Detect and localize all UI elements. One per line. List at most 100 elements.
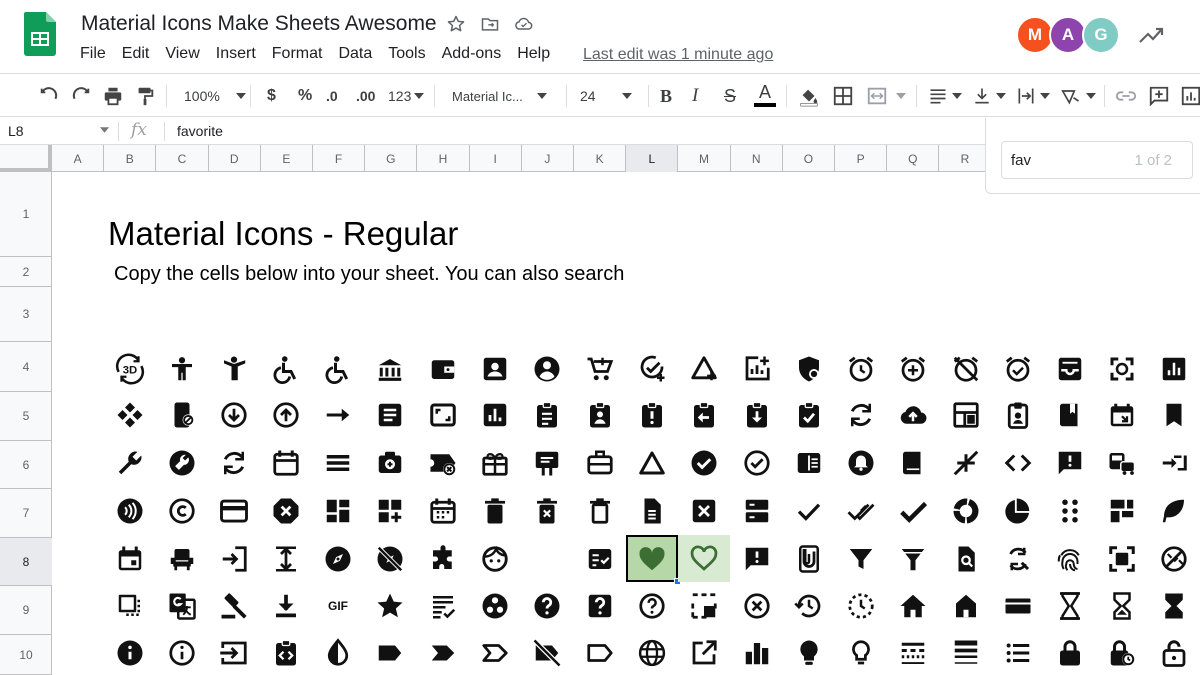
lines-icon[interactable] bbox=[364, 391, 416, 438]
row-header-4[interactable]: 4 bbox=[0, 342, 52, 392]
event-cal-icon[interactable] bbox=[104, 535, 156, 582]
formula-input[interactable]: favorite bbox=[177, 123, 223, 139]
horizontal-align-icon[interactable] bbox=[928, 83, 962, 109]
row-header-2[interactable]: 2 bbox=[0, 257, 52, 287]
diamond-dots-icon[interactable] bbox=[104, 391, 156, 438]
column-header-j[interactable]: J bbox=[522, 145, 574, 172]
panorama-icon[interactable] bbox=[992, 582, 1044, 629]
menu-item-insert[interactable]: Insert bbox=[216, 45, 264, 63]
cal-arrow-icon[interactable] bbox=[1096, 391, 1148, 438]
focus-icon[interactable] bbox=[1096, 345, 1148, 392]
wallet-icon[interactable] bbox=[417, 345, 469, 392]
label-imp-icon[interactable] bbox=[417, 629, 469, 675]
leaf-icon[interactable] bbox=[1148, 487, 1200, 534]
dash-grid-icon[interactable] bbox=[312, 487, 364, 534]
sync-icon[interactable] bbox=[835, 391, 887, 438]
column-header-b[interactable]: B bbox=[104, 145, 157, 172]
workspaces-icon[interactable] bbox=[469, 582, 521, 629]
avatar[interactable]: G bbox=[1082, 16, 1120, 54]
vertical-align-icon[interactable] bbox=[972, 83, 1006, 109]
find-replace-icon[interactable] bbox=[992, 535, 1044, 582]
puzzle-icon[interactable] bbox=[417, 535, 469, 582]
redo-icon[interactable] bbox=[70, 83, 92, 109]
menu-item-data[interactable]: Data bbox=[338, 45, 380, 63]
bus-car-icon[interactable] bbox=[1096, 439, 1148, 486]
star-icon[interactable] bbox=[444, 12, 468, 36]
column-header-a[interactable]: A bbox=[52, 145, 105, 172]
insert-comment-icon[interactable] bbox=[1148, 83, 1170, 109]
analytics-icon[interactable] bbox=[1148, 345, 1200, 392]
trash-x-icon[interactable] bbox=[521, 487, 573, 534]
shield-icon[interactable] bbox=[783, 345, 835, 392]
done-all-icon[interactable] bbox=[835, 487, 887, 534]
row-header-5[interactable]: 5 bbox=[0, 392, 52, 441]
doc-text-icon[interactable] bbox=[626, 487, 678, 534]
seat-icon[interactable] bbox=[156, 535, 208, 582]
hourglass-out-icon[interactable] bbox=[1044, 582, 1096, 629]
hourglass-full-icon[interactable] bbox=[1148, 582, 1200, 629]
favorite-icon-selected-cell[interactable] bbox=[625, 534, 679, 583]
document-title[interactable]: Material Icons Make Sheets Awesome bbox=[81, 12, 437, 36]
clip-alert-icon[interactable] bbox=[626, 391, 678, 438]
cart-icon[interactable] bbox=[574, 345, 626, 392]
pie-icon[interactable] bbox=[992, 487, 1044, 534]
label-off-icon[interactable] bbox=[521, 629, 573, 675]
wheelchair-icon[interactable] bbox=[312, 345, 364, 392]
last-edit-link[interactable]: Last edit was 1 minute ago bbox=[583, 46, 773, 64]
merge-cells-icon[interactable] bbox=[866, 83, 906, 109]
insert-chart-icon[interactable] bbox=[1180, 83, 1200, 109]
text-color-button[interactable]: A bbox=[754, 83, 776, 109]
cal-grid-icon[interactable] bbox=[417, 487, 469, 534]
card-icon[interactable] bbox=[208, 487, 260, 534]
bold-button[interactable]: B bbox=[660, 83, 672, 109]
face-icon[interactable] bbox=[469, 535, 521, 582]
column-header-q[interactable]: Q bbox=[887, 145, 940, 172]
row-header-1[interactable]: 1 bbox=[0, 172, 52, 257]
label-icon[interactable] bbox=[364, 629, 416, 675]
phone-off-icon[interactable] bbox=[156, 391, 208, 438]
history-toggle-icon[interactable] bbox=[835, 582, 887, 629]
check-circle-out-icon[interactable] bbox=[731, 439, 783, 486]
x-circle-icon[interactable] bbox=[731, 582, 783, 629]
feedback2-icon[interactable] bbox=[731, 535, 783, 582]
grid-add-icon[interactable] bbox=[364, 487, 416, 534]
undo-icon[interactable] bbox=[38, 83, 60, 109]
exit-right-icon[interactable] bbox=[208, 535, 260, 582]
help-sq-icon[interactable] bbox=[574, 582, 626, 629]
chart-plus-icon[interactable] bbox=[731, 345, 783, 392]
gift-icon[interactable] bbox=[469, 439, 521, 486]
menu-item-help[interactable]: Help bbox=[517, 45, 558, 63]
integration-icon[interactable] bbox=[260, 629, 312, 675]
bell-circle-icon[interactable] bbox=[835, 439, 887, 486]
check-heavy-icon[interactable] bbox=[887, 487, 939, 534]
menu-item-view[interactable]: View bbox=[165, 45, 207, 63]
invert-colors-icon[interactable] bbox=[312, 629, 364, 675]
fit-screen-icon[interactable] bbox=[1096, 535, 1148, 582]
lock-icon[interactable] bbox=[1044, 629, 1096, 675]
info-out-icon[interactable] bbox=[156, 629, 208, 675]
gif-icon[interactable]: GIF bbox=[312, 582, 364, 629]
lightbulb-out-icon[interactable] bbox=[835, 629, 887, 675]
menu-item-edit[interactable]: Edit bbox=[122, 45, 158, 63]
ticket-x-icon[interactable] bbox=[417, 439, 469, 486]
insert-link-icon[interactable] bbox=[1114, 83, 1138, 109]
find-doc-icon[interactable] bbox=[940, 535, 992, 582]
person-open-icon[interactable] bbox=[208, 345, 260, 392]
calendar-icon[interactable] bbox=[260, 439, 312, 486]
text-rotation-icon[interactable] bbox=[1060, 83, 1096, 109]
lightbulb-icon[interactable] bbox=[783, 629, 835, 675]
clip-return-icon[interactable] bbox=[678, 391, 730, 438]
flaky-off-icon[interactable] bbox=[1148, 535, 1200, 582]
donut-icon[interactable] bbox=[940, 487, 992, 534]
download-icon[interactable] bbox=[260, 582, 312, 629]
row-header-6[interactable]: 6 bbox=[0, 441, 52, 489]
tri-outline-icon[interactable] bbox=[626, 439, 678, 486]
sheet-subheading[interactable]: Copy the cells below into your sheet. Yo… bbox=[114, 263, 624, 286]
text-wrap-icon[interactable] bbox=[1016, 83, 1050, 109]
signpost-icon[interactable] bbox=[521, 439, 573, 486]
label-out-icon[interactable] bbox=[574, 629, 626, 675]
sheet-heading[interactable]: Material Icons - Regular bbox=[108, 215, 458, 253]
history-icon[interactable] bbox=[783, 582, 835, 629]
storage-icon[interactable] bbox=[731, 487, 783, 534]
name-box-caret-icon[interactable] bbox=[100, 127, 109, 133]
